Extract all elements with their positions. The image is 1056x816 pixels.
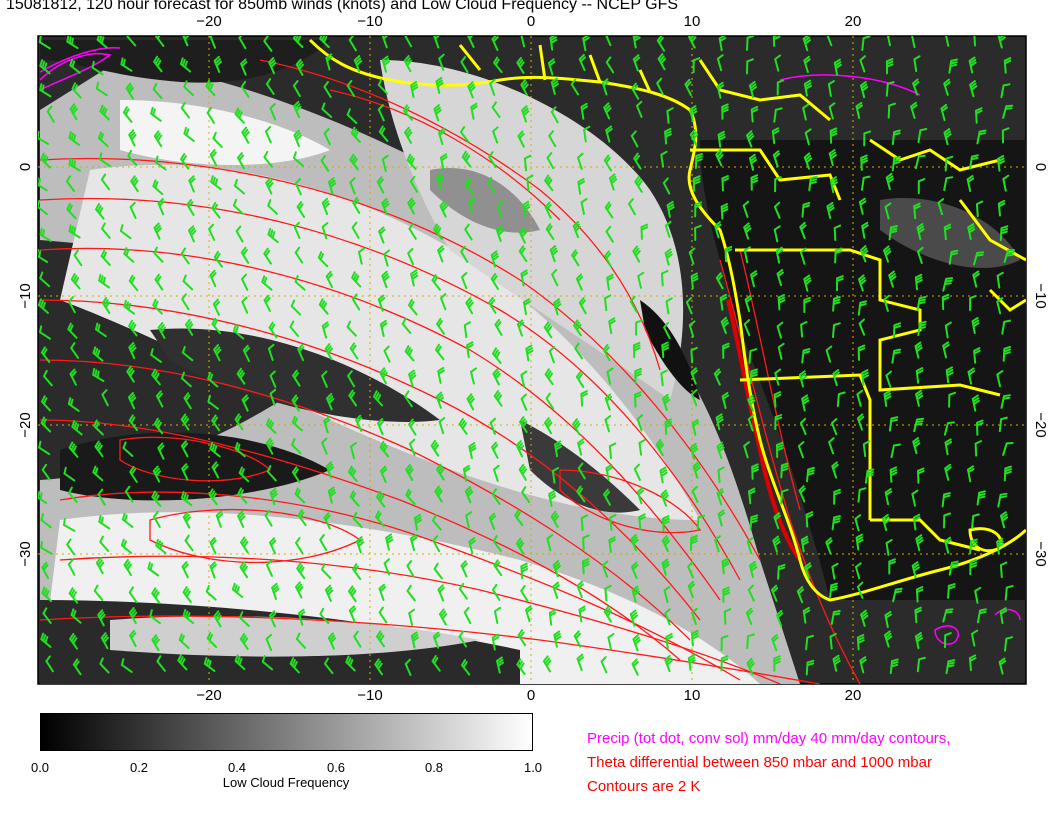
legend-precip: Precip (tot dot, conv sol) mm/day 40 mm/…	[587, 730, 951, 747]
legend-theta: Theta differential between 850 mbar and …	[587, 754, 932, 771]
colorbar-tick: 0.8	[424, 760, 444, 775]
colorbar-label: Low Cloud Frequency	[222, 775, 350, 790]
colorbar-tick: 1.0	[523, 760, 543, 775]
page-title: 15081812, 120 hour forecast for 850mb wi…	[6, 0, 679, 13]
top-lon-labels: −20 −10 0 10 20	[196, 13, 861, 30]
left-lat-tick-label: −10	[17, 283, 34, 308]
left-lat-tick-label: 0	[17, 163, 34, 171]
forecast-map: −20 −10 0 10 20 −20 −10 0 10 20 0 −10 −2…	[17, 13, 1049, 704]
top-lon-tick-label: −10	[357, 13, 382, 30]
right-lat-tick-label: 0	[1032, 163, 1049, 171]
colorbar-tick: 0.0	[30, 760, 50, 775]
colorbar	[40, 713, 533, 751]
bottom-lon-tick-label: −20	[196, 687, 221, 704]
left-lat-tick-label: −30	[17, 541, 34, 566]
right-lat-tick-label: −10	[1032, 283, 1049, 308]
bottom-lon-tick-label: 10	[684, 687, 701, 704]
top-lon-tick-label: 10	[684, 13, 701, 30]
bottom-lon-tick-label: −10	[357, 687, 382, 704]
colorbar-tick: 0.2	[129, 760, 149, 775]
top-lon-tick-label: −20	[196, 13, 221, 30]
top-lon-tick-label: 0	[527, 13, 535, 30]
right-lat-tick-label: −20	[1032, 412, 1049, 437]
legend-contour-interval: Contours are 2 K	[587, 778, 701, 795]
colorbar-tick: 0.6	[326, 760, 346, 775]
top-lon-tick-label: 20	[845, 13, 862, 30]
bottom-lon-tick-label: 0	[527, 687, 535, 704]
right-lat-labels: 0 −10 −20 −30	[1032, 163, 1049, 567]
left-lat-labels: 0 −10 −20 −30	[17, 163, 34, 567]
bottom-lon-labels: −20 −10 0 10 20	[196, 687, 861, 704]
left-lat-tick-label: −20	[17, 412, 34, 437]
bottom-lon-tick-label: 20	[845, 687, 862, 704]
right-lat-tick-label: −30	[1032, 541, 1049, 566]
colorbar-tick: 0.4	[227, 760, 247, 775]
